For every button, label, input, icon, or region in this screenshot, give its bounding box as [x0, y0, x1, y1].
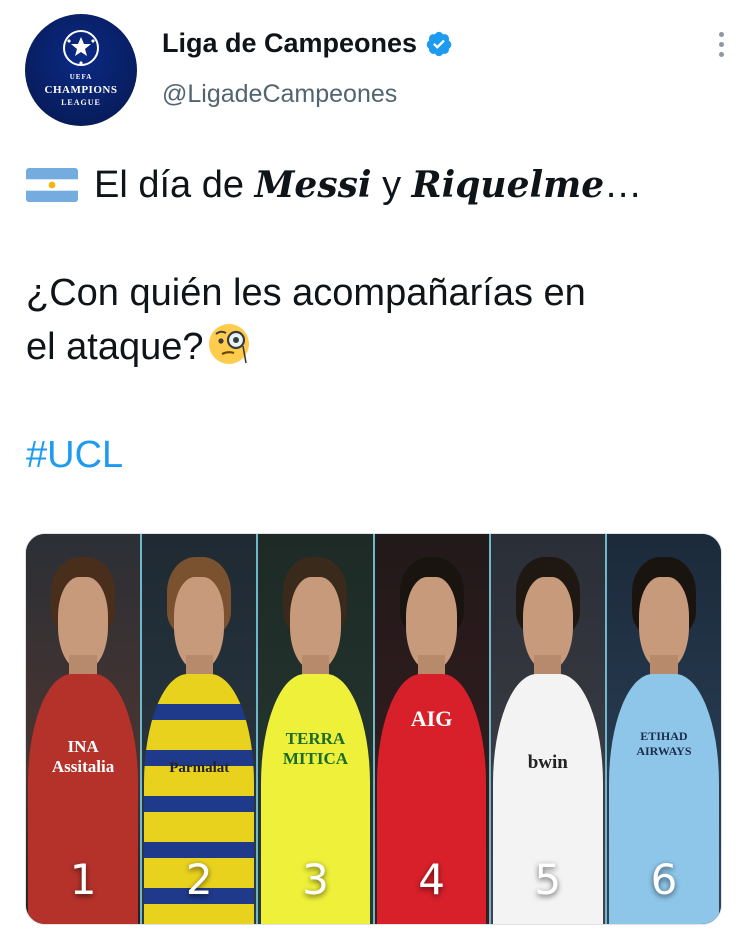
tweet-text: El día de Messi y Riquelme… ¿Con quién l…: [26, 158, 716, 482]
avatar[interactable]: UEFA CHAMPIONS LEAGUE: [25, 14, 137, 126]
tweet-conjunction: y: [382, 164, 402, 206]
display-name[interactable]: Liga de Campeones: [162, 28, 417, 59]
avatar-champions-text: CHAMPIONS: [44, 84, 118, 96]
player-panel-6: ETIHAD AIRWAYS 6: [606, 534, 721, 924]
hashtag-link[interactable]: #UCL: [26, 428, 716, 482]
starball-icon: [63, 30, 99, 66]
player-name-riquelme: Riquelme: [411, 164, 605, 206]
player-panel-4: AIG 4: [374, 534, 491, 924]
tweet-media-image[interactable]: INA Assitalia 1 Parmalat 2 TERRA MITICA …: [25, 533, 722, 925]
face-with-monocle-icon: [208, 324, 249, 364]
player-panel-5: bwin 5: [490, 534, 607, 924]
player-name-messi: Messi: [254, 164, 372, 206]
tweet-prefix: El día de: [94, 164, 244, 206]
user-handle[interactable]: @LigadeCampeones: [162, 80, 397, 109]
player-number-4: 4: [418, 855, 445, 904]
player-number-1: 1: [69, 855, 97, 904]
avatar-uefa-text: UEFA: [69, 73, 93, 81]
sponsor-text-5: bwin: [527, 752, 568, 774]
avatar-league-text: LEAGUE: [61, 98, 101, 107]
player-number-5: 5: [534, 855, 562, 904]
player-number-2: 2: [185, 855, 213, 904]
player-number-6: 6: [650, 855, 678, 904]
tweet-question-line-1: ¿Con quién les acompañarías en: [26, 272, 586, 314]
player-panel-3: TERRA MITICA 3: [258, 534, 375, 924]
player-panel-1: INA Assitalia 1: [26, 534, 143, 924]
sponsor-text-1: INA Assitalia: [51, 736, 115, 776]
tweet-question-end: el ataque?: [26, 326, 204, 368]
tweet-header: UEFA CHAMPIONS LEAGUE Liga de Campeones …: [25, 14, 725, 126]
sponsor-text-4: AIG: [410, 705, 453, 731]
tweet-ellipsis: …: [604, 164, 643, 206]
argentina-flag-icon: [26, 168, 78, 202]
player-panel-2: Parmalat 2: [142, 534, 259, 924]
tweet-line-1: El día de Messi y Riquelme…: [26, 158, 716, 212]
sponsor-text-6: ETIHAD AIRWAYS: [636, 729, 692, 758]
player-number-3: 3: [302, 855, 329, 904]
sponsor-text-3: TERRA MITICA: [282, 729, 348, 768]
verified-badge-icon: [426, 31, 452, 56]
sponsor-text-2: Parmalat: [169, 760, 230, 777]
name-row: Liga de Campeones: [162, 28, 453, 59]
tweet-question-line-2: el ataque?: [26, 320, 716, 374]
more-options-icon[interactable]: [717, 32, 725, 62]
